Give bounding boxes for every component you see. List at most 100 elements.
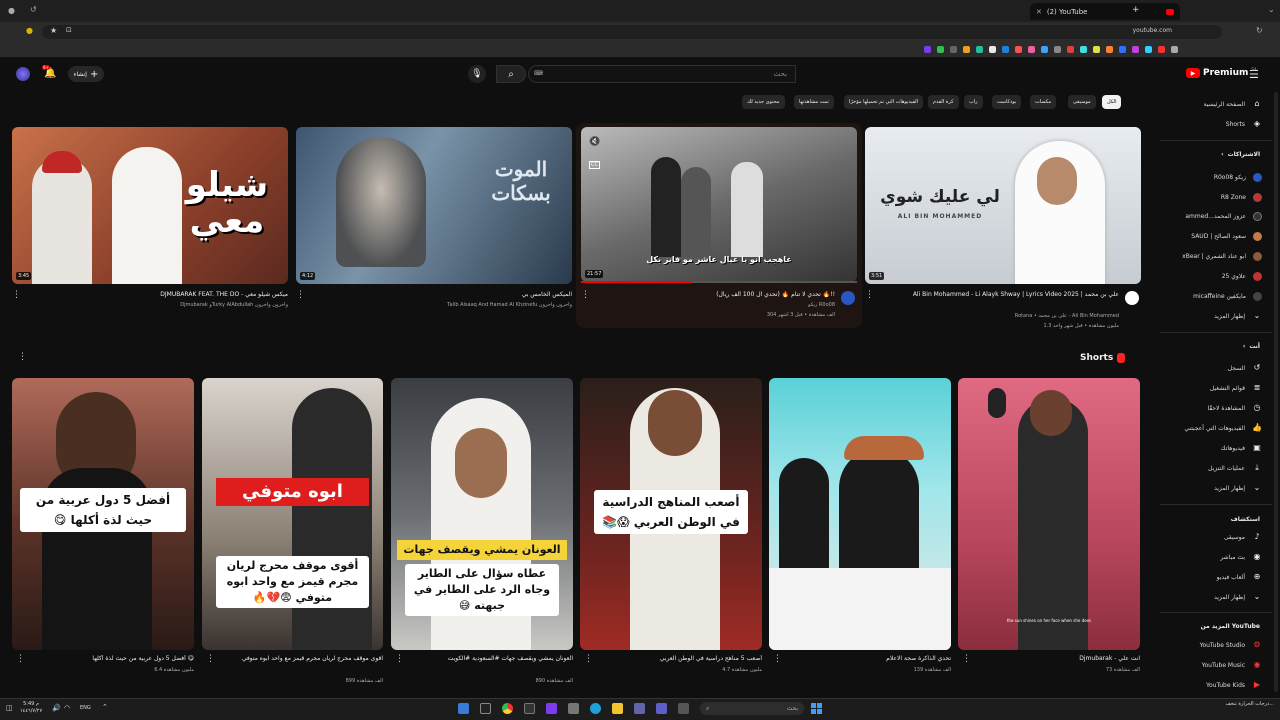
- wifi-icon[interactable]: ◠: [64, 704, 70, 712]
- chip-rap[interactable]: راب: [964, 95, 983, 109]
- omnibox[interactable]: youtube.com ★ ⊡: [42, 25, 1222, 39]
- browser-back-icon[interactable]: ↺: [30, 5, 37, 14]
- extension-icon[interactable]: [1002, 46, 1009, 53]
- create-button[interactable]: إنشاء +: [68, 66, 104, 82]
- sidebar-item-music[interactable]: ♪ موسيقى: [1224, 529, 1262, 545]
- browser-tab-youtube[interactable]: ✕ (2) YouTube: [1030, 3, 1180, 20]
- video-channel[interactable]: زيكو R0o08: [605, 302, 835, 308]
- volume-icon[interactable]: 🔊: [52, 704, 61, 712]
- short-thumbnail[interactable]: [769, 378, 951, 650]
- account-avatar[interactable]: [16, 67, 30, 81]
- extension-icon[interactable]: [989, 46, 996, 53]
- short-title[interactable]: أصعب 5 مناهج دراسية في الوطن العربي: [592, 655, 762, 662]
- notification-center-icon[interactable]: ◫: [6, 704, 13, 712]
- video-thumbnail[interactable]: شيلو معي 3:45: [12, 127, 288, 284]
- sidebar-item-live[interactable]: ◉ بث مباشر: [1220, 549, 1262, 565]
- video-title[interactable]: تحدي لا تنام 🔥 (تحدي آل 100 ألف ريال) 🔥!…: [605, 291, 835, 298]
- edge-icon[interactable]: [590, 703, 601, 714]
- channel-avatar[interactable]: [841, 291, 855, 305]
- chrome-icon[interactable]: [502, 703, 513, 714]
- video-title[interactable]: Ali Bin Mohammed - Li Alayk Shway | Lyri…: [869, 291, 1119, 298]
- chip-music[interactable]: موسيقى: [1068, 95, 1096, 109]
- browser-menu-icon[interactable]: ●: [8, 6, 15, 15]
- more-options-icon[interactable]: ⋮: [773, 654, 782, 664]
- file-explorer-icon[interactable]: [612, 703, 623, 714]
- sidebar-item-youtube-kids[interactable]: ▶ YouTube Kids: [1206, 677, 1262, 693]
- sidebar-item-subscription[interactable]: زيكو R0o08: [1214, 169, 1262, 185]
- short-thumbnail[interactable]: ابوه متوفي أقوى موقف محرج لريان مجرم قيم…: [202, 378, 383, 650]
- task-view-icon[interactable]: [678, 703, 689, 714]
- extension-icon[interactable]: [963, 46, 970, 53]
- extension-icon[interactable]: [1171, 46, 1178, 53]
- chip-watched[interactable]: تمت مشاهدتها: [794, 95, 834, 109]
- more-options-icon[interactable]: ⋮: [962, 654, 971, 664]
- sidebar-show-more[interactable]: ⌄ إظهار المزيد: [1214, 480, 1262, 496]
- short-title[interactable]: Djmubarak - انت علي: [970, 655, 1140, 662]
- search-input[interactable]: بحث: [528, 65, 796, 83]
- preview-progress-bar[interactable]: [581, 281, 857, 283]
- close-tab-icon[interactable]: ✕: [1036, 8, 1042, 16]
- window-minimize-icon[interactable]: ⌄: [1268, 5, 1275, 14]
- extension-icon[interactable]: [1119, 46, 1126, 53]
- short-thumbnail[interactable]: العونان يمشي ويقصف جهات عطاه سؤال على ال…: [391, 378, 573, 650]
- chip-football[interactable]: كرة القدم: [928, 95, 959, 109]
- sidebar-scrollbar[interactable]: [1274, 92, 1278, 692]
- short-thumbnail[interactable]: أفضل 5 دول عربية من حيث لذة أكلها 😋: [12, 378, 194, 650]
- more-options-icon[interactable]: ⋮: [12, 290, 21, 300]
- app-icon[interactable]: [568, 703, 579, 714]
- chip-recently-uploaded[interactable]: الفيديوهات التي تم تحميلها مؤخرًا: [844, 95, 924, 109]
- site-info-icon[interactable]: ⊡: [66, 26, 72, 34]
- sidebar-item-home[interactable]: ⌂ الصفحة الرئيسية: [1204, 96, 1262, 112]
- short-thumbnail[interactable]: the sun shines on her face when she does: [958, 378, 1140, 650]
- search-button[interactable]: ⌕: [496, 65, 526, 83]
- extension-icon[interactable]: [1041, 46, 1048, 53]
- youtube-logo[interactable]: ▶ Premium SA: [1186, 67, 1257, 78]
- extension-icon[interactable]: [937, 46, 944, 53]
- sidebar-item-shorts[interactable]: ◈ Shorts: [1226, 116, 1262, 132]
- voice-search-button[interactable]: 🎙: [468, 65, 486, 83]
- video-thumbnail[interactable]: لي عليك شوي ALI BIN MOHAMMED 3:51: [865, 127, 1141, 284]
- short-title[interactable]: أفضل 5 دول عربية من حيث لذة أكلها 😋: [24, 655, 194, 662]
- chip-mixes[interactable]: مكسات: [1030, 95, 1057, 109]
- extension-icon[interactable]: [924, 46, 931, 53]
- extension-icon[interactable]: [1132, 46, 1139, 53]
- short-title[interactable]: تحدي الذاكرة صحة الاعلام: [781, 655, 951, 662]
- short-thumbnail[interactable]: أصعب المناهج الدراسية في الوطن العربي 😱📚: [580, 378, 762, 650]
- short-title[interactable]: العونان يمشي ويقصف جهات #السعودية #الكوي…: [403, 655, 573, 662]
- clock[interactable]: 5:49 م ١٤٤٦/٧/٢٧: [20, 701, 42, 715]
- new-tab-icon[interactable]: +: [1132, 5, 1140, 15]
- chip-all[interactable]: الكل: [1102, 95, 1122, 109]
- sidebar-item-downloads[interactable]: ⤓ عمليات التنزيل: [1208, 460, 1262, 476]
- more-options-icon[interactable]: ⋮: [16, 654, 25, 664]
- extension-icon[interactable]: [976, 46, 983, 53]
- app-icon[interactable]: [524, 703, 535, 714]
- video-channel[interactable]: Talib Alsaaq And Hamad Al Khzinefu وآخرو…: [312, 302, 572, 308]
- sidebar-item-subscription[interactable]: عزوز المحمد...ammed: [1185, 208, 1262, 224]
- more-options-icon[interactable]: ⋮: [584, 654, 593, 664]
- app-icon[interactable]: [458, 703, 469, 714]
- extension-icon[interactable]: [1093, 46, 1100, 53]
- bookmark-star-icon[interactable]: ★: [50, 26, 57, 35]
- extension-icon[interactable]: [1054, 46, 1061, 53]
- app-icon[interactable]: [546, 703, 557, 714]
- teams-icon[interactable]: [634, 703, 645, 714]
- extension-icon[interactable]: [1028, 46, 1035, 53]
- sidebar-item-playlists[interactable]: ≣ قوائم التشغيل: [1210, 380, 1262, 396]
- sidebar-item-your-videos[interactable]: ▣ فيديوهاتك: [1221, 440, 1262, 456]
- extension-icon[interactable]: [1080, 46, 1087, 53]
- sidebar-item-subscription[interactable]: سعود الصالح | SAUD: [1191, 228, 1262, 244]
- you-header[interactable]: أنت ›: [1243, 343, 1260, 350]
- shorts-more-options-icon[interactable]: ⋮: [18, 352, 27, 362]
- sidebar-item-watch-later[interactable]: ◷ المشاهدة لاحقًا: [1207, 400, 1262, 416]
- sidebar-item-history[interactable]: ↺ السجل: [1228, 360, 1262, 376]
- url-text[interactable]: youtube.com: [1133, 27, 1172, 34]
- extension-icon[interactable]: [1158, 46, 1165, 53]
- channel-avatar[interactable]: [1125, 291, 1139, 305]
- app-icon[interactable]: [480, 703, 491, 714]
- extension-icon[interactable]: [1106, 46, 1113, 53]
- extension-icon[interactable]: [1067, 46, 1074, 53]
- extension-icon[interactable]: [1145, 46, 1152, 53]
- video-channel[interactable]: Rotana • علي بن محمد - Ali Bin Mohammed: [869, 313, 1119, 319]
- video-title[interactable]: الميكس الخامس بي: [312, 291, 572, 298]
- more-options-icon[interactable]: ⋮: [581, 290, 590, 300]
